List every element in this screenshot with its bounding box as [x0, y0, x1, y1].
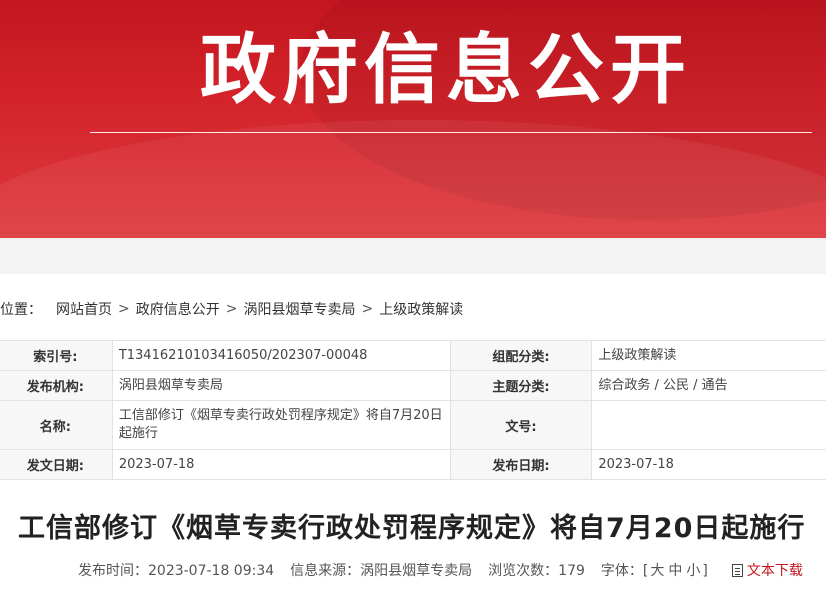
breadcrumb-gov-info-link[interactable]: 政府信息公开: [136, 299, 220, 319]
table-row: 名称: 工信部修订《烟草专卖行政处罚程序规定》将自7月20日起施行 文号:: [0, 400, 826, 450]
info-source-value: 涡阳县烟草专卖局: [360, 563, 473, 579]
publish-time-value: 2023-07-18 09:34: [148, 563, 275, 579]
docno-label: 文号:: [449, 400, 593, 450]
topic-value: 综合政务 / 公民 / 通告: [591, 370, 826, 401]
table-row: 发布机构: 涡阳县烟草专卖局 主题分类: 综合政务 / 公民 / 通告: [0, 370, 826, 401]
topic-label: 主题分类:: [449, 370, 593, 401]
breadcrumb-policy-link[interactable]: 上级政策解读: [379, 299, 463, 319]
info-table: 索引号: T13416210103416050/202307-00048 组配分…: [0, 340, 826, 480]
header-banner: 政府信息公开: [0, 0, 826, 238]
docno-value: [591, 400, 826, 450]
publisher-label: 发布机构:: [0, 370, 113, 401]
font-medium-button[interactable]: 中: [668, 563, 682, 579]
breadcrumb-separator: >: [225, 301, 238, 317]
view-count-label: 浏览次数：: [488, 563, 559, 579]
info-source-label: 信息来源：: [290, 563, 361, 579]
nav-strip: [0, 238, 826, 274]
breadcrumb-separator: >: [118, 301, 130, 317]
index-value: T13416210103416050/202307-00048: [111, 340, 451, 371]
breadcrumb-home-link[interactable]: 网站首页: [56, 299, 112, 319]
font-bracket-open: [: [642, 563, 649, 579]
table-row: 发文日期: 2023-07-18 发布日期: 2023-07-18: [0, 449, 826, 480]
view-count-value: 179: [558, 563, 585, 579]
publish-time-label: 发布时间：: [78, 563, 148, 579]
text-download-label: 文本下载: [746, 563, 803, 579]
name-label: 名称:: [0, 400, 113, 450]
table-row: 索引号: T13416210103416050/202307-00048 组配分…: [0, 340, 826, 371]
publish-time: 发布时间：2023-07-18 09:34: [78, 560, 274, 580]
banner-divider: [90, 132, 812, 133]
font-size-control: 字体：[大中小]: [601, 560, 708, 580]
font-size-label: 字体：: [600, 563, 643, 579]
breadcrumb-bureau-link[interactable]: 涡阳县烟草专卖局: [243, 299, 355, 319]
category-label: 组配分类:: [449, 340, 593, 371]
breadcrumb: 位置： 网站首页 > 政府信息公开 > 涡阳县烟草专卖局 > 上级政策解读: [0, 298, 463, 320]
font-large-button[interactable]: 大: [650, 563, 664, 579]
article-meta: 发布时间：2023-07-18 09:34 信息来源：涡阳县烟草专卖局 浏览次数…: [78, 560, 803, 580]
banner-title: 政府信息公开: [200, 25, 692, 114]
issue-date-value: 2023-07-18: [111, 449, 451, 480]
category-value: 上级政策解读: [591, 340, 826, 371]
document-icon: [731, 563, 743, 577]
font-small-button[interactable]: 小: [686, 563, 700, 579]
view-count: 浏览次数：179: [488, 560, 585, 580]
breadcrumb-separator: >: [361, 301, 374, 317]
info-source: 信息来源：涡阳县烟草专卖局: [290, 560, 472, 580]
publisher-value: 涡阳县烟草专卖局: [111, 370, 451, 401]
index-label: 索引号:: [0, 340, 113, 371]
pub-date-label: 发布日期:: [449, 449, 593, 480]
font-bracket-close: ]: [702, 563, 708, 579]
issue-date-label: 发文日期:: [0, 449, 113, 480]
pub-date-value: 2023-07-18: [591, 449, 826, 480]
text-download-button[interactable]: 文本下载: [731, 560, 803, 580]
article-title: 工信部修订《烟草专卖行政处罚程序规定》将自7月20日起施行: [18, 513, 806, 544]
name-value: 工信部修订《烟草专卖行政处罚程序规定》将自7月20日起施行: [111, 400, 451, 450]
breadcrumb-prefix: 位置：: [0, 302, 42, 318]
